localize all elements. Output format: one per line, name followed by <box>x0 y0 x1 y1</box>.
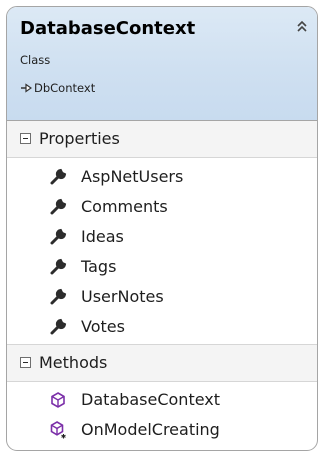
method-item[interactable]: DatabaseContext <box>7 385 317 415</box>
class-kind: Class <box>20 53 51 67</box>
property-name: Ideas <box>81 227 124 246</box>
class-diagram-shape[interactable]: DatabaseContext Class DbContext Properti… <box>6 6 318 451</box>
methods-section-header[interactable]: Methods <box>7 344 317 382</box>
wrench-property-icon <box>50 288 67 305</box>
property-item[interactable]: UserNotes <box>7 282 317 312</box>
class-header: DatabaseContext Class DbContext <box>7 7 317 121</box>
collapse-toggle-icon[interactable] <box>20 133 31 144</box>
collapse-toggle-icon[interactable] <box>20 357 31 368</box>
wrench-property-icon <box>50 258 67 275</box>
property-item[interactable]: Comments <box>7 192 317 222</box>
method-cube-icon <box>51 392 65 408</box>
wrench-property-icon <box>50 318 67 335</box>
property-name: Comments <box>81 197 168 216</box>
properties-label: Properties <box>39 129 120 148</box>
property-item[interactable]: AspNetUsers <box>7 162 317 192</box>
wrench-property-icon <box>50 168 67 185</box>
method-item[interactable]: OnModelCreating <box>7 415 317 445</box>
class-name: DatabaseContext <box>20 18 196 39</box>
property-name: AspNetUsers <box>81 167 184 186</box>
property-item[interactable]: Votes <box>7 312 317 342</box>
base-class: DbContext <box>20 81 95 95</box>
property-item[interactable]: Tags <box>7 252 317 282</box>
property-name: Votes <box>81 317 125 336</box>
double-chevron-up-icon[interactable] <box>295 19 309 35</box>
protected-method-cube-icon <box>50 421 66 439</box>
property-name: Tags <box>81 257 117 276</box>
properties-section-header[interactable]: Properties <box>7 121 317 158</box>
base-class-name: DbContext <box>34 81 96 95</box>
inheritance-arrow-icon <box>21 83 32 93</box>
method-name: DatabaseContext <box>81 390 221 409</box>
wrench-property-icon <box>50 198 67 215</box>
property-name: UserNotes <box>81 287 164 306</box>
methods-label: Methods <box>39 353 108 372</box>
wrench-property-icon <box>50 228 67 245</box>
method-name: OnModelCreating <box>81 420 220 439</box>
property-item[interactable]: Ideas <box>7 222 317 252</box>
